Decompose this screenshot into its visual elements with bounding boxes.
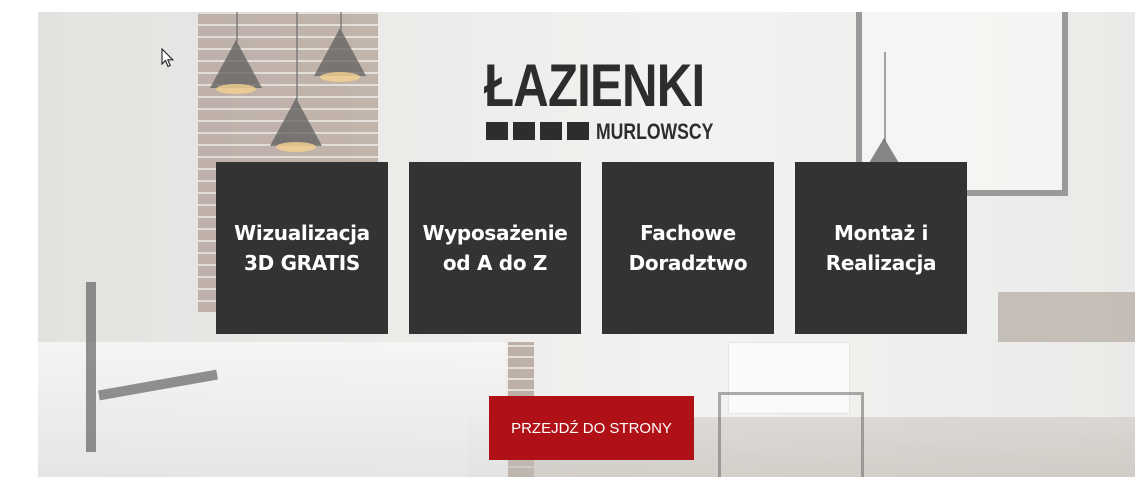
logo-block <box>486 122 508 140</box>
brand-logo: ŁAZIENKI MURLOWSCY <box>484 56 714 156</box>
go-to-site-button[interactable]: PRZEJDŹ DO STRONY <box>489 396 694 460</box>
feature-tile-installation: Montaż i Realizacja <box>795 162 967 334</box>
tile-label: Montaż i Realizacja <box>820 218 943 278</box>
logo-wordmark: ŁAZIENKI <box>484 52 705 119</box>
tile-label-line1: Montaż i <box>834 221 928 245</box>
tile-label: Wizualizacja 3D GRATIS <box>228 218 376 278</box>
logo-blocks <box>486 122 589 140</box>
tile-label-line1: Fachowe <box>640 221 736 245</box>
tile-label-line1: Wizualizacja <box>234 221 370 245</box>
tile-label-line2: Realizacja <box>825 251 937 275</box>
tile-label: Fachowe Doradztwo <box>623 218 754 278</box>
tile-label-line2: Doradztwo <box>628 251 748 275</box>
feature-tile-equipment: Wyposażenie od A do Z <box>409 162 581 334</box>
feature-tile-visualization: Wizualizacja 3D GRATIS <box>216 162 388 334</box>
logo-block <box>513 122 535 140</box>
mouse-pointer-icon <box>161 48 175 68</box>
tile-label-line2: od A do Z <box>442 251 548 275</box>
logo-block <box>567 122 589 140</box>
feature-tiles: Wizualizacja 3D GRATIS Wyposażenie od A … <box>216 162 967 334</box>
logo-subtitle: MURLOWSCY <box>596 119 714 144</box>
tile-label: Wyposażenie od A do Z <box>416 218 573 278</box>
hero-banner: ŁAZIENKI MURLOWSCY Wizualizacja 3D GRATI… <box>38 12 1135 477</box>
tile-label-line1: Wyposażenie <box>422 221 568 245</box>
logo-block <box>540 122 562 140</box>
tile-label-line2: 3D GRATIS <box>243 251 360 275</box>
feature-tile-advice: Fachowe Doradztwo <box>602 162 774 334</box>
